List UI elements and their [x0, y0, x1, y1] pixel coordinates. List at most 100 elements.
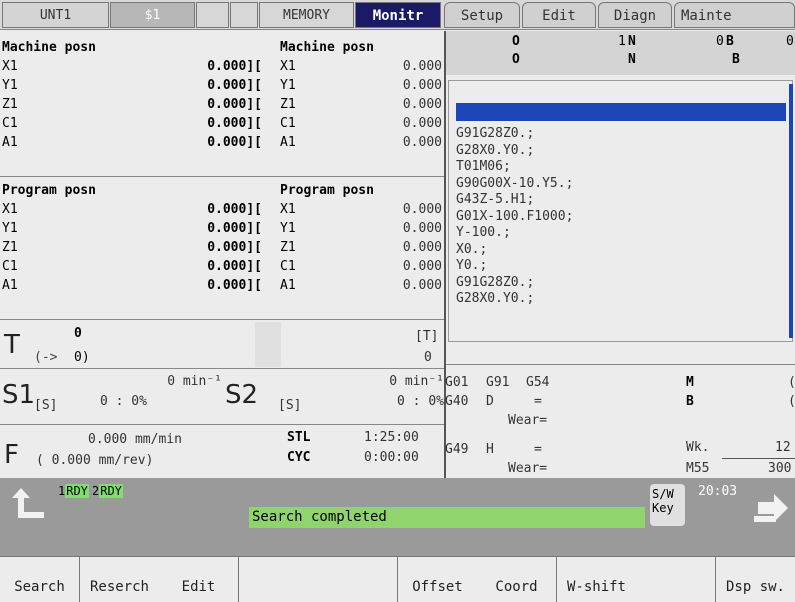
- modal-g91: G91: [486, 375, 510, 390]
- program-line: X0.;: [456, 241, 488, 257]
- rdy-2: 2RDY: [92, 484, 123, 499]
- machine-posn-title-right: Machine posn: [280, 40, 374, 55]
- tool-next: 0): [74, 350, 90, 365]
- mode-indicator: MEMORY: [259, 2, 354, 28]
- modal-g40: G40: [445, 394, 469, 409]
- top-tab-bar: UNT1 $1 MEMORY Monitr Setup Edit Diagn M…: [0, 0, 795, 30]
- axis-value: 0.000][: [207, 278, 262, 293]
- unit-indicator: UNT1: [2, 2, 109, 28]
- axis-value: 0.000][: [207, 97, 262, 112]
- axis-value: 0.000: [402, 116, 442, 131]
- axis-value: 0.000: [402, 240, 442, 255]
- spindle-s2-label: S2: [225, 380, 259, 410]
- modal-d-label: D: [486, 394, 494, 409]
- axis-value: 0.000][: [207, 116, 262, 131]
- modal-m-label: M: [686, 375, 694, 390]
- axis-name: Y1: [2, 78, 18, 93]
- machine-posn-title-left: Machine posn: [2, 40, 96, 55]
- axis-name: C1: [280, 116, 296, 131]
- rdy-1-label: RDY: [65, 484, 89, 498]
- tool-bracket-value: 0: [424, 350, 432, 365]
- sw-key-line1: S/W: [652, 487, 674, 501]
- axis-name: X1: [2, 202, 18, 217]
- stl-label: STL: [287, 430, 311, 445]
- program-scrollbar[interactable]: [789, 84, 793, 338]
- axis-value: 0.000][: [207, 78, 262, 93]
- tab-edit[interactable]: Edit: [522, 2, 596, 28]
- softkey-offset[interactable]: Offset: [398, 556, 478, 602]
- cyc-label: CYC: [287, 450, 311, 465]
- program-line: G01X-100.F1000;: [456, 208, 574, 224]
- axis-name: Y1: [2, 221, 18, 236]
- axis-name: X1: [280, 202, 296, 217]
- tool-arrow: (->: [34, 350, 58, 365]
- feed-per-min: 0.000 mm/min: [88, 432, 182, 447]
- tab-mainte[interactable]: Mainte: [674, 2, 795, 28]
- axis-value: 0.000: [402, 278, 442, 293]
- program-b-label: B: [726, 34, 734, 49]
- rdy-1: 1RDY: [58, 484, 89, 499]
- axis-name: Y1: [280, 78, 296, 93]
- modal-m-value: (: [788, 375, 795, 390]
- feed-label: F: [4, 440, 19, 470]
- modal-g54: G54: [526, 375, 550, 390]
- modal-m55-label: M55: [686, 461, 710, 476]
- program-b2-label: B: [732, 52, 740, 67]
- program-o-label: O: [512, 34, 520, 49]
- program-posn-title-right: Program posn: [280, 183, 374, 198]
- program-o2-label: O: [512, 52, 520, 67]
- softkey-blank-3[interactable]: [239, 556, 319, 602]
- modal-b-value: (: [788, 394, 795, 409]
- system-indicator: $1: [110, 2, 195, 28]
- axis-name: C1: [280, 259, 296, 274]
- softkey-edit[interactable]: Edit: [159, 556, 239, 602]
- softkey-blank-4[interactable]: [318, 556, 398, 602]
- axis-value: 0.000][: [207, 259, 262, 274]
- softkey-search[interactable]: Search: [0, 556, 80, 602]
- program-posn-title-left: Program posn: [2, 183, 96, 198]
- spindle-s2-bracket: [S]: [278, 398, 302, 413]
- status-message: Search completed: [249, 507, 645, 528]
- axis-value: 0.000: [402, 259, 442, 274]
- spindle-s1-load: 0 : 0%: [100, 394, 147, 409]
- menu-up-icon[interactable]: [8, 484, 48, 524]
- modal-h-label: H: [486, 442, 494, 457]
- menu-next-icon[interactable]: [752, 490, 792, 530]
- modal-h-eq: =: [534, 442, 542, 457]
- blank-indicator-1: [196, 2, 229, 28]
- axis-name: Y1: [280, 221, 296, 236]
- tab-diagn[interactable]: Diagn: [598, 2, 672, 28]
- stl-value: 1:25:00: [364, 430, 419, 445]
- axis-value: 0.000][: [207, 221, 262, 236]
- spindle-s1-bracket: [S]: [34, 398, 58, 413]
- tab-setup[interactable]: Setup: [444, 2, 520, 28]
- tool-label: T: [4, 330, 20, 360]
- feed-per-rev: ( 0.000 mm/rev): [36, 453, 154, 468]
- axis-name: C1: [2, 259, 18, 274]
- modal-b-label: B: [686, 394, 694, 409]
- sw-key-line2: Key: [652, 501, 674, 515]
- softkey-reserch[interactable]: Reserch: [80, 556, 160, 602]
- axis-value: 0.000: [402, 78, 442, 93]
- program-line: Y0.;: [456, 258, 488, 273]
- axis-name: C1: [2, 116, 18, 131]
- modal-m55-value: 300: [768, 461, 792, 476]
- axis-name: X1: [2, 59, 18, 74]
- softkey-coord[interactable]: Coord: [477, 556, 557, 602]
- tab-monitor[interactable]: Monitr: [355, 2, 441, 28]
- softkey-dsp-sw[interactable]: Dsp sw.: [716, 556, 795, 602]
- axis-value: 0.000][: [207, 135, 262, 150]
- axis-name: A1: [280, 135, 296, 150]
- program-line: Y-100.;: [456, 225, 511, 240]
- modal-wk-value: 12: [775, 440, 791, 455]
- softkey-w-shift[interactable]: W-shift: [557, 556, 637, 602]
- modal-g01: G01: [445, 375, 469, 390]
- softkey-blank-8[interactable]: [636, 556, 716, 602]
- axis-value: 0.000: [402, 135, 442, 150]
- clock: 20:03: [698, 484, 738, 499]
- program-line: G28X0.Y0.;: [456, 142, 535, 158]
- program-line: T01M06;: [456, 159, 511, 174]
- spindle-s2-rpm: 0 min⁻¹: [389, 374, 444, 389]
- spindle-s1-rpm: 0 min⁻¹: [167, 374, 222, 389]
- sw-key-button[interactable]: S/W Key: [650, 484, 685, 526]
